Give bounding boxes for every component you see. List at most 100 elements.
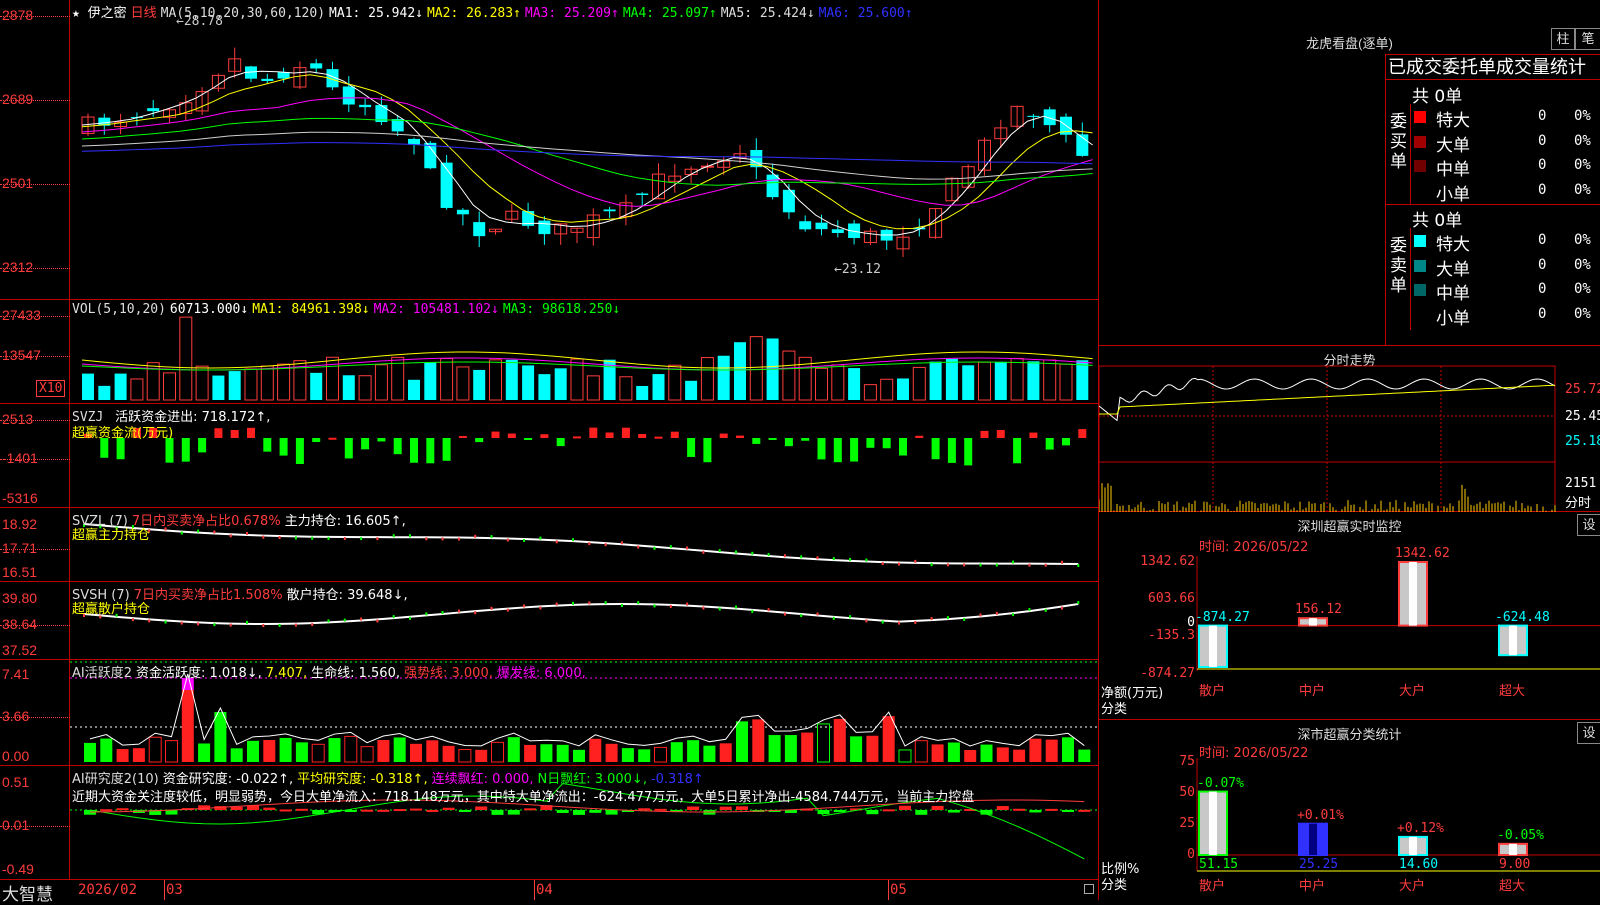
buy-size-label: 中单 — [1436, 160, 1470, 180]
research-bar — [654, 808, 667, 811]
candlestick-chart[interactable] — [0, 0, 1098, 300]
active-bar — [507, 737, 520, 762]
y-label: 25 — [1179, 816, 1195, 831]
flow-bar — [882, 438, 891, 449]
sz-monitor-panel[interactable]: 深圳超赢实时监控 设 时间: 2026/05/22 1342.62 603.66… — [1098, 512, 1600, 720]
flow-bar — [507, 433, 516, 438]
class-value-label: 9.00 — [1499, 857, 1531, 872]
candle-body — [799, 221, 812, 230]
class-bar-highlight — [1309, 823, 1317, 855]
candle-body — [473, 222, 486, 237]
active-bar — [768, 735, 781, 762]
active-bar — [377, 740, 390, 762]
svzj-panel[interactable]: 2513 -1401 -5316 SVZJ 活跃资金进出: 718.172↑, … — [0, 404, 1098, 508]
volume-bar — [929, 361, 942, 400]
active-bar — [458, 749, 472, 763]
x-label: 2026/02 — [78, 882, 138, 898]
flow-bar — [556, 438, 565, 447]
candle-body — [310, 63, 323, 69]
bar-view-button[interactable]: 柱 — [1551, 28, 1575, 50]
active-bar — [964, 749, 977, 762]
research-bar — [524, 808, 537, 811]
buy-percent: 0% — [1574, 132, 1591, 149]
active-bar — [621, 748, 634, 762]
active-bar — [898, 749, 912, 763]
volume-bar — [1010, 357, 1024, 401]
research-bar — [475, 806, 488, 810]
flow-bar — [328, 437, 337, 440]
svzl-position: 主力持仓: 16.605↑, — [284, 514, 406, 529]
research-bar — [736, 806, 748, 810]
volume-bar — [912, 366, 926, 401]
volume-panel[interactable]: 27433 13547 X10 VOL(5,10,20) 60713.000↓ MA… — [0, 300, 1098, 404]
volume-bar — [815, 367, 828, 401]
flow-bar — [1062, 438, 1070, 446]
flow-bar — [980, 430, 989, 438]
active-bar — [687, 740, 700, 762]
svsh-ratio: 7日内买卖净占比1.508% — [133, 588, 283, 603]
volume-header: VOL(5,10,20) 60713.000↓ MA1: 84961.398↓ MA2… — [72, 302, 624, 317]
volume-bar — [489, 359, 502, 401]
volume-bar — [440, 358, 454, 401]
x-axis-bar: 大智慧 2026/02 03 04 05 — [0, 880, 1098, 905]
sz-monitor-xlabel: 分类 — [1101, 702, 1128, 717]
flow-bar — [899, 438, 907, 456]
svsh-panel[interactable]: 39.80 38.64 37.52 SVSH (7) 7日内买卖净占比1.508%… — [0, 582, 1098, 660]
sz-class-chart[interactable] — [1099, 720, 1600, 900]
ai-active-capital: 资金活跃度: 1.018↓, — [136, 666, 262, 681]
minute-panel[interactable]: 分时走势 25.72 25.45 25.18 2151 分时 — [1098, 346, 1600, 512]
ma1-line — [81, 70, 1093, 236]
class-category-label: 大户 — [1399, 879, 1426, 894]
active-bar — [279, 737, 292, 762]
sell-row: 小单 0 0% — [1410, 304, 1600, 329]
ma4-value: MA4: 25.097↑ — [622, 6, 717, 21]
sell-count: 0 — [1538, 305, 1547, 322]
volume-bar — [374, 364, 388, 401]
flow-bar — [230, 430, 239, 438]
flow-bar — [915, 435, 924, 438]
ai-research-title: AI研究度2(10) — [72, 772, 159, 787]
ma3-line — [81, 97, 1093, 207]
research-bar — [573, 810, 585, 815]
volume-bar — [831, 364, 845, 401]
ai-active-panel[interactable]: 7.41 3.66 0.00 AI活跃度2 资金活跃度: 1.018↓, 7.407… — [0, 660, 1098, 766]
active-bar — [1078, 749, 1091, 762]
flow-bar — [850, 438, 859, 462]
candle-body — [277, 72, 290, 79]
research-bar — [882, 809, 895, 812]
buy-row: 中单 0 0% — [1410, 155, 1600, 180]
active-bar — [589, 738, 602, 762]
ai-research-panel[interactable]: 0.51 0.01 -0.49 AI研究度2(10) 资金研究度: -0.022↑… — [0, 766, 1098, 880]
buy-color-swatch — [1414, 135, 1426, 148]
active-bar — [360, 746, 374, 763]
flow-bar — [654, 436, 663, 439]
research-bar — [1029, 810, 1042, 813]
flow-bar — [719, 433, 728, 438]
kline-panel[interactable]: 2878 2689 2501 2312 ★ 伊之密 日线 MA(5,10,20,30… — [0, 0, 1098, 300]
flow-bar — [263, 438, 272, 452]
buy-size-label: 大单 — [1436, 135, 1470, 156]
volume-bar — [310, 372, 323, 400]
active-bar — [491, 741, 504, 763]
period-label[interactable]: 日线 — [131, 6, 157, 21]
active-bar — [311, 743, 325, 763]
minute-chart[interactable] — [1099, 346, 1600, 512]
active-bar — [116, 749, 129, 762]
monitor-value-label: -874.27 — [1195, 609, 1250, 625]
sell-row: 中单 0 0% — [1410, 279, 1600, 304]
class-value-label: 51.15 — [1199, 857, 1239, 872]
buy-count: 0 — [1538, 181, 1547, 198]
svzl-ratio: 7日内买卖净占比0.678% — [131, 514, 281, 529]
ma6-line — [81, 142, 1093, 165]
research-bar — [426, 809, 439, 812]
svzl-panel[interactable]: 18.92 17.71 16.51 SVZL (7) 7日内买卖净占比0.678%… — [0, 508, 1098, 582]
flow-bar — [833, 438, 842, 463]
stock-name[interactable]: ★ 伊之密 — [72, 6, 127, 21]
buy-section: 委买单 共 0单 特大 0 0% 大单 0 0% 中单 0 0% 小单 0 0% — [1386, 80, 1600, 205]
tick-view-button[interactable]: 笔 — [1575, 28, 1600, 50]
volume-ma3: MA3: 98618.250↓ — [502, 302, 621, 317]
sz-class-panel[interactable]: 深市超赢分类统计 设 时间: 2026/05/22 75 50 25 0 比例%… — [1098, 720, 1600, 900]
volume-bar — [863, 384, 877, 401]
active-bar — [980, 744, 993, 762]
lock-icon[interactable] — [1084, 884, 1094, 894]
